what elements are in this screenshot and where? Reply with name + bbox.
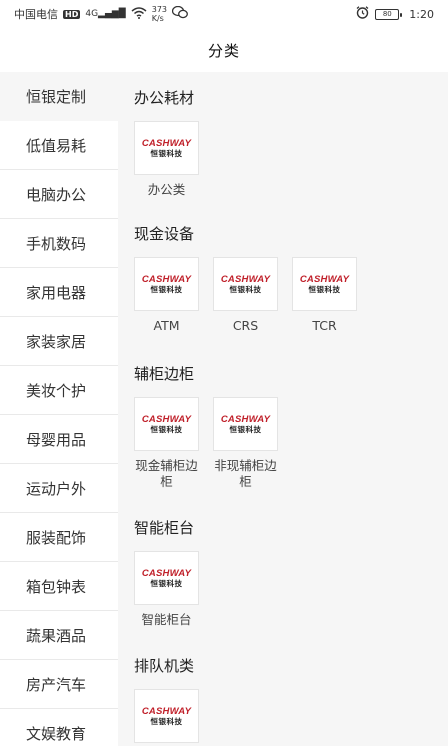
cashway-logo: CASHWAY: [141, 567, 192, 579]
product-label: ATM: [153, 318, 180, 333]
sidebar-item-label: 美妆个护: [26, 381, 87, 400]
sidebar-item-fruits-wine[interactable]: 蔬果酒品: [0, 611, 118, 660]
sidebar-item-label: 文娱教育: [26, 724, 87, 743]
product-grid: CASHWAY 恒银科技 办公类: [134, 121, 448, 198]
sidebar-item-sports-outdoor[interactable]: 运动户外: [0, 464, 118, 513]
sidebar-item-label: 手机数码: [26, 234, 87, 253]
section-title: 现金设备: [134, 225, 195, 243]
cashway-logo-sub: 恒银科技: [150, 578, 183, 588]
product-thumbnail[interactable]: CASHWAY 恒银科技: [213, 257, 278, 311]
carrier-name: 中国电信: [14, 8, 58, 21]
cashway-logo: CASHWAY: [141, 137, 192, 149]
product-label: TCR: [312, 318, 337, 333]
sidebar-item-label: 房产汽车: [26, 675, 87, 694]
product-grid: CASHWAY 恒银科技 ATM CASHWAY 恒银科技 CRS CASHWA…: [134, 257, 448, 334]
product-item[interactable]: CASHWAY 恒银科技 TCR: [292, 257, 357, 334]
sidebar-item-home-furnishing[interactable]: 家装家居: [0, 317, 118, 366]
product-thumbnail[interactable]: CASHWAY 恒银科技: [134, 121, 199, 175]
product-item[interactable]: CASHWAY 恒银科技 CRS: [213, 257, 278, 334]
product-thumbnail[interactable]: CASHWAY 恒银科技: [134, 689, 199, 743]
sidebar-item-label: 服装配饰: [26, 528, 87, 547]
product-thumbnail[interactable]: CASHWAY 恒银科技: [134, 397, 199, 451]
product-grid: CASHWAY 恒银科技 现金辅柜边柜 CASHWAY 恒银科技 非现辅柜边柜: [134, 397, 448, 490]
section-title: 办公耗材: [134, 89, 195, 107]
product-label: 办公类: [147, 182, 186, 197]
sidebar-item-computer-office[interactable]: 电脑办公: [0, 170, 118, 219]
cashway-logo: CASHWAY: [141, 705, 192, 717]
cashway-logo-sub: 恒银科技: [150, 284, 183, 294]
page-header: 分类: [0, 28, 448, 72]
sidebar-item-mother-baby[interactable]: 母婴用品: [0, 415, 118, 464]
sidebar-item-label: 蔬果酒品: [26, 626, 87, 645]
product-label: 智能柜台: [141, 612, 192, 627]
status-bar: 中国电信 HD 4G▂▄▆█ 373 K/s 80 1:20: [0, 0, 448, 28]
sidebar-item-entertainment-education[interactable]: 文娱教育: [0, 709, 118, 746]
product-item[interactable]: CASHWAY 恒银科技: [134, 689, 199, 743]
sidebar-item-label: 运动户外: [26, 479, 87, 498]
sidebar-item-label: 低值易耗: [26, 136, 87, 155]
product-thumbnail[interactable]: CASHWAY 恒银科技: [134, 551, 199, 605]
sidebar-item-apparel[interactable]: 服装配饰: [0, 513, 118, 562]
sidebar-item-phone-digital[interactable]: 手机数码: [0, 219, 118, 268]
product-item[interactable]: CASHWAY 恒银科技 现金辅柜边柜: [134, 397, 199, 490]
section-title: 智能柜台: [134, 519, 195, 537]
sidebar-item-hengyin-custom[interactable]: 恒银定制: [0, 72, 118, 121]
wechat-icon: [171, 5, 188, 22]
product-label: 非现辅柜边柜: [214, 458, 277, 489]
sidebar-item-consumables[interactable]: 低值易耗: [0, 121, 118, 170]
category-content[interactable]: 办公耗材 CASHWAY 恒银科技 办公类 现金设备 CASHWAY 恒银科技 …: [118, 72, 448, 746]
cashway-logo-sub: 恒银科技: [308, 284, 341, 294]
product-item[interactable]: CASHWAY 恒银科技 办公类: [134, 121, 199, 198]
sidebar-item-beauty-care[interactable]: 美妆个护: [0, 366, 118, 415]
sidebar-item-label: 母婴用品: [26, 430, 87, 449]
sidebar-item-property-auto[interactable]: 房产汽车: [0, 660, 118, 709]
sidebar-item-bags-watches[interactable]: 箱包钟表: [0, 562, 118, 611]
category-sidebar[interactable]: 恒银定制 低值易耗 电脑办公 手机数码 家用电器 家装家居 美妆个护 母婴用品 …: [0, 72, 118, 746]
product-item[interactable]: CASHWAY 恒银科技 ATM: [134, 257, 199, 334]
sidebar-item-home-appliances[interactable]: 家用电器: [0, 268, 118, 317]
cashway-logo-sub: 恒银科技: [229, 284, 262, 294]
sidebar-item-label: 箱包钟表: [26, 577, 87, 596]
cashway-logo: CASHWAY: [141, 273, 192, 285]
sidebar-item-label: 恒银定制: [26, 87, 87, 106]
cashway-logo: CASHWAY: [299, 273, 350, 285]
product-thumbnail[interactable]: CASHWAY 恒银科技: [134, 257, 199, 311]
cashway-logo: CASHWAY: [141, 413, 192, 425]
cashway-logo-sub: 恒银科技: [150, 716, 183, 726]
section-title: 辅柜边柜: [134, 365, 195, 383]
product-item[interactable]: CASHWAY 恒银科技 非现辅柜边柜: [213, 397, 278, 490]
signal-icon: 4G▂▄▆█: [85, 9, 126, 19]
wifi-icon: [131, 6, 147, 22]
cashway-logo-sub: 恒银科技: [150, 424, 183, 434]
cashway-logo-sub: 恒银科技: [150, 148, 183, 158]
product-label: 现金辅柜边柜: [135, 458, 198, 489]
sidebar-item-label: 家装家居: [26, 332, 87, 351]
product-grid: CASHWAY 恒银科技 智能柜台: [134, 551, 448, 628]
cashway-logo: CASHWAY: [220, 413, 271, 425]
product-thumbnail[interactable]: CASHWAY 恒银科技: [213, 397, 278, 451]
sidebar-item-label: 家用电器: [26, 283, 87, 302]
network-speed: 373 K/s: [151, 5, 168, 23]
clock-time: 1:20: [409, 7, 434, 21]
product-item[interactable]: CASHWAY 恒银科技 智能柜台: [134, 551, 199, 628]
product-thumbnail[interactable]: CASHWAY 恒银科技: [292, 257, 357, 311]
page-title: 分类: [207, 41, 240, 60]
alarm-icon: [356, 6, 369, 22]
hd-badge: HD: [63, 9, 81, 19]
sidebar-item-label: 电脑办公: [26, 185, 87, 204]
product-label: CRS: [232, 318, 259, 333]
battery-icon: 80: [375, 8, 403, 20]
cashway-logo-sub: 恒银科技: [229, 424, 262, 434]
section-title: 排队机类: [134, 657, 195, 675]
cashway-logo: CASHWAY: [220, 273, 271, 285]
product-grid: CASHWAY 恒银科技: [134, 689, 448, 743]
